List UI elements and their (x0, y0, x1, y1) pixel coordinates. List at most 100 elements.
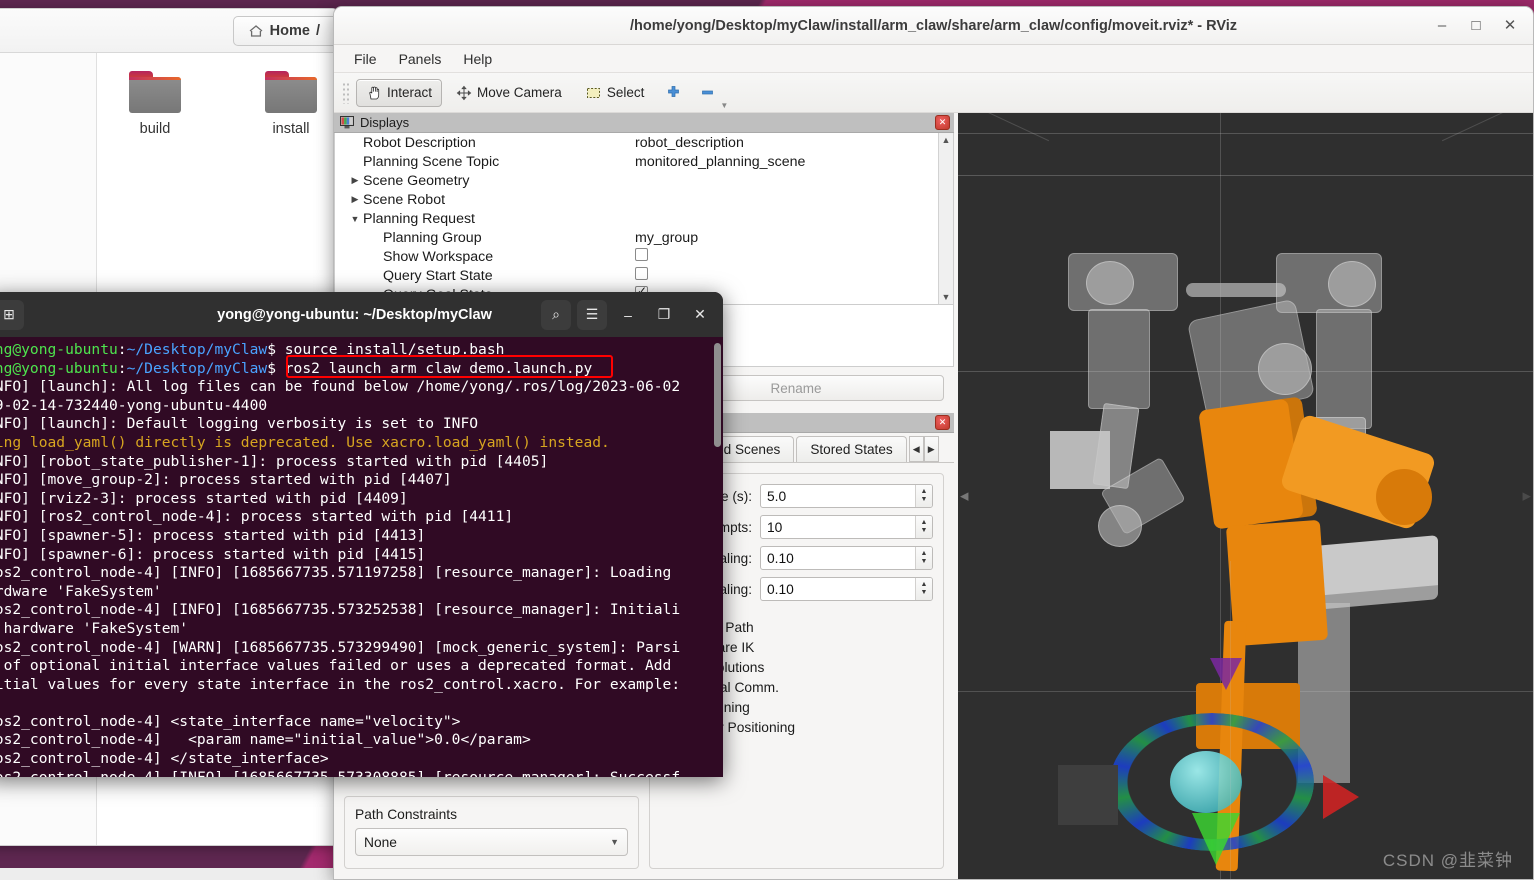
acceleration-scaling-input[interactable] (761, 578, 915, 600)
file-item-build[interactable]: build (107, 71, 203, 137)
rviz-menu-bar[interactable]: File Panels Help (334, 45, 1533, 73)
table-row[interactable]: ▶ Scene Robot (335, 190, 938, 209)
terminal-line: 09-02-14-732440-yong-ubuntu-4400 (0, 396, 268, 414)
terminal-line: INFO] [rviz2-3]: process started with pi… (0, 489, 408, 507)
chevron-right-icon[interactable]: ▶ (347, 175, 363, 186)
terminal-window[interactable]: ⊞ yong@yong-ubuntu: ~/Desktop/myClaw ⌕ ☰… (0, 292, 723, 777)
path-constraints-select[interactable]: None ▼ (355, 828, 628, 856)
interact-tool-button[interactable]: Interact (356, 78, 443, 107)
toolbar-grip[interactable] (342, 81, 349, 104)
table-row[interactable]: Planning Scene Topic monitored_planning_… (335, 152, 938, 171)
table-row[interactable]: Show Workspace (335, 247, 938, 266)
minimize-button[interactable]: – (613, 300, 643, 330)
velocity-scaling-stepper[interactable]: ▲▼ (760, 546, 933, 570)
sidebar-item-0[interactable]: t (0, 63, 96, 93)
maximize-button[interactable]: ❐ (649, 300, 679, 330)
rviz-toolbar[interactable]: Interact Move Camera Select ▼ (334, 73, 1533, 113)
add-tool-button[interactable] (658, 79, 688, 107)
sidebar-item-2[interactable]: nents (0, 181, 96, 211)
tree-item-value[interactable]: my_group (635, 230, 938, 246)
stepper-down-icon[interactable]: ▼ (921, 527, 928, 535)
select-tool-button[interactable]: Select (576, 79, 655, 107)
view-expand-right-icon[interactable]: ▶ (1523, 490, 1531, 503)
tab-nav[interactable]: ◀ ▶ (908, 436, 939, 462)
planning-time-input[interactable] (761, 485, 915, 507)
scroll-down-icon[interactable]: ▼ (942, 292, 951, 302)
menu-panels[interactable]: Panels (391, 49, 450, 69)
minus-icon (701, 90, 713, 95)
remove-tool-button[interactable] (692, 79, 722, 107)
query-start-state-checkbox[interactable] (635, 267, 648, 280)
table-row[interactable]: ▶ Scene Geometry (335, 171, 938, 190)
menu-button[interactable]: ☰ (577, 299, 607, 330)
toolbar-overflow-chevron-down-icon[interactable]: ▼ (720, 101, 728, 110)
terminal-window-controls[interactable]: ⌕ ☰ – ❐ ✕ (541, 299, 715, 330)
robot-ghost-link (1316, 309, 1372, 429)
stepper-up-icon[interactable]: ▲ (921, 488, 928, 496)
table-row[interactable]: Planning Group my_group (335, 228, 938, 247)
chevron-right-icon[interactable]: ▶ (347, 194, 363, 205)
breadcrumb-home-button[interactable]: Home / (232, 15, 335, 46)
sidebar-item-1[interactable]: d (0, 93, 96, 123)
planning-attempts-stepper[interactable]: ▲▼ (760, 515, 933, 539)
chevron-down-icon[interactable]: ▼ (347, 214, 363, 224)
table-row[interactable]: Robot Description robot_description (335, 133, 938, 152)
tab-prev-icon[interactable]: ◀ (908, 436, 924, 462)
tab-next-icon[interactable]: ▶ (923, 436, 939, 462)
displays-panel-close-icon[interactable]: ✕ (935, 115, 950, 130)
tree-item-value[interactable]: robot_description (635, 135, 938, 151)
stepper-up-icon[interactable]: ▲ (921, 519, 928, 527)
stepper-down-icon[interactable]: ▼ (921, 589, 928, 597)
select-rect-icon (586, 87, 600, 98)
displays-scrollbar[interactable]: ▲ ▼ (938, 133, 953, 304)
displays-tree[interactable]: Robot Description robot_description Plan… (334, 133, 954, 305)
stepper-up-icon[interactable]: ▲ (921, 550, 928, 558)
stepper-arrows[interactable]: ▲ ▼ (915, 547, 932, 569)
robot-ghost-joint (1086, 261, 1134, 305)
interactive-marker-sphere[interactable] (1170, 751, 1242, 813)
planning-time-stepper[interactable]: ▲▼ (760, 484, 933, 508)
file-item-install[interactable]: install (243, 71, 339, 137)
stepper-arrows[interactable]: ▲ ▼ (915, 516, 932, 538)
table-row[interactable]: ▼ Planning Request (335, 209, 938, 228)
menu-file[interactable]: File (346, 49, 385, 69)
motion-planning-panel-close-icon[interactable]: ✕ (935, 415, 950, 430)
menu-help[interactable]: Help (455, 49, 500, 69)
terminal-scrollbar[interactable] (714, 343, 721, 447)
maximize-button[interactable]: □ (1459, 11, 1493, 41)
robot-ghost-joint (1328, 261, 1376, 307)
terminal-title-bar[interactable]: ⊞ yong@yong-ubuntu: ~/Desktop/myClaw ⌕ ☰… (0, 292, 723, 337)
scroll-up-icon[interactable]: ▲ (942, 135, 951, 145)
table-row[interactable]: Query Start State (335, 266, 938, 285)
planning-attempts-input[interactable] (761, 516, 915, 538)
terminal-line: ros2_control_node-4] [INFO] [1685667735.… (0, 601, 681, 619)
displays-panel[interactable]: Displays ✕ Robot Description robot_descr… (334, 113, 954, 305)
render-view-canvas[interactable]: CSDN @韭菜钟 ▶ (958, 113, 1533, 879)
interactive-marker-cone-green[interactable] (1192, 813, 1240, 865)
close-button[interactable]: ✕ (685, 300, 715, 330)
displays-tree-rows[interactable]: Robot Description robot_description Plan… (335, 133, 938, 304)
sidebar-item-3[interactable]: oads (0, 229, 96, 259)
rviz-title-bar[interactable]: /home/yong/Desktop/myClaw/install/arm_cl… (334, 7, 1533, 45)
scene-box-dark (1058, 765, 1118, 825)
stepper-down-icon[interactable]: ▼ (921, 558, 928, 566)
move-camera-tool-button[interactable]: Move Camera (446, 79, 572, 107)
stepper-down-icon[interactable]: ▼ (921, 496, 928, 504)
show-workspace-checkbox[interactable] (635, 248, 648, 261)
new-tab-button[interactable]: ⊞ (0, 299, 24, 330)
view-collapse-left-icon[interactable]: ◀ (960, 490, 968, 503)
search-button[interactable]: ⌕ (541, 299, 571, 330)
stepper-up-icon[interactable]: ▲ (921, 581, 928, 589)
acceleration-scaling-stepper[interactable]: ▲▼ (760, 577, 933, 601)
stepper-arrows[interactable]: ▲ ▼ (915, 485, 932, 507)
minimize-button[interactable]: – (1425, 11, 1459, 41)
terminal-output[interactable]: ong@yong-ubuntu:~/Desktop/myClaw$ source… (0, 337, 723, 777)
tree-item-value[interactable]: monitored_planning_scene (635, 154, 938, 170)
rviz-window-controls[interactable]: – □ ✕ (1425, 11, 1533, 41)
close-button[interactable]: ✕ (1493, 11, 1527, 41)
tab-stored-states[interactable]: Stored States (796, 436, 907, 462)
stepper-arrows[interactable]: ▲ ▼ (915, 578, 932, 600)
interactive-marker-arrow-right-red[interactable] (1323, 775, 1359, 819)
velocity-scaling-input[interactable] (761, 547, 915, 569)
render-view-3d[interactable]: CSDN @韭菜钟 ▶ (954, 113, 1533, 879)
